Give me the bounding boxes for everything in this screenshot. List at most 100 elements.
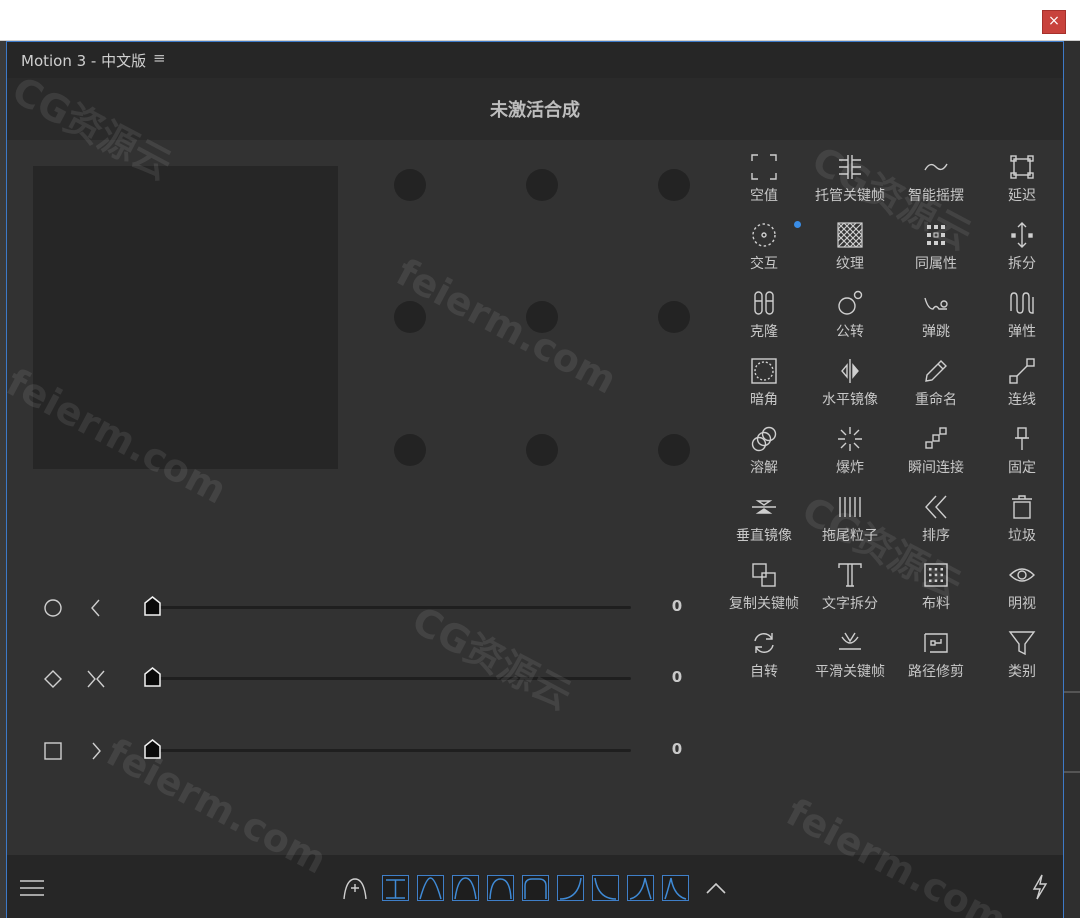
- bottom-toolbar: [7, 855, 1063, 918]
- panel-header: Motion 3 - 中文版 ≡: [7, 42, 1063, 78]
- anchor-top-center[interactable]: [526, 169, 558, 201]
- tool-trail-particles[interactable]: 拖尾粒子: [807, 493, 893, 557]
- tool-label: 连线: [1008, 392, 1036, 408]
- notification-dot: [794, 221, 801, 228]
- tool-mirror-vertical[interactable]: 垂直镜像: [721, 493, 807, 557]
- tool-interaction[interactable]: 交互: [721, 221, 807, 285]
- tool-pin[interactable]: 固定: [979, 425, 1065, 489]
- orbit-icon: [838, 290, 863, 315]
- pencil-icon: [925, 360, 947, 382]
- delay-square-icon: [1010, 155, 1034, 179]
- tool-connect[interactable]: 连线: [979, 357, 1065, 421]
- chevron-left-icon[interactable]: [85, 597, 107, 619]
- filter-funnel-icon: [1008, 631, 1036, 656]
- anchor-bottom-left[interactable]: [394, 434, 426, 466]
- bounce-icon: [924, 297, 948, 310]
- anchor-middle-left[interactable]: [394, 301, 426, 333]
- tool-dissolve[interactable]: 溶解: [721, 425, 807, 489]
- anchor-top-right[interactable]: [658, 169, 690, 201]
- tool-label: 垃圾: [1008, 528, 1036, 544]
- tool-text-split[interactable]: 文字拆分: [807, 561, 893, 625]
- elastic-icon: [1010, 292, 1034, 314]
- hamburger-icon[interactable]: [19, 879, 45, 897]
- tool-rename[interactable]: 重命名: [893, 357, 979, 421]
- tool-copy-keyframes[interactable]: 复制关键帧: [721, 561, 807, 625]
- hamburger-menu-icon[interactable]: ≡: [153, 49, 166, 67]
- tool-split[interactable]: 拆分: [979, 221, 1065, 285]
- tool-orbit[interactable]: 公转: [807, 289, 893, 353]
- slider-track[interactable]: [145, 606, 631, 609]
- tool-smooth-keyframes[interactable]: 平滑关键帧: [807, 629, 893, 693]
- tool-elastic[interactable]: 弹性: [979, 289, 1065, 353]
- anchor-middle-right[interactable]: [658, 301, 690, 333]
- square-icon[interactable]: [42, 740, 64, 762]
- rotate-icon: [754, 633, 774, 653]
- chevron-up-icon[interactable]: [704, 877, 728, 899]
- tool-sort[interactable]: 排序: [893, 493, 979, 557]
- text-t-icon: [838, 563, 862, 587]
- slider-thumb[interactable]: [144, 596, 161, 616]
- ease-in-out-4-icon[interactable]: [522, 875, 549, 901]
- ease-overshoot-out-icon[interactable]: [662, 875, 689, 901]
- preview-area: [33, 166, 338, 469]
- copy-icon: [752, 563, 776, 587]
- dot-grid-icon: [927, 225, 945, 245]
- tool-path-trim[interactable]: 路径修剪: [893, 629, 979, 693]
- pin-icon: [1015, 427, 1029, 450]
- tool-null[interactable]: 空值: [721, 153, 807, 217]
- anchor-bottom-right[interactable]: [658, 434, 690, 466]
- curve-add-icon[interactable]: [342, 875, 368, 901]
- tool-bounce[interactable]: 弹跳: [893, 289, 979, 353]
- slider-value[interactable]: 0: [662, 668, 692, 686]
- tool-clone[interactable]: 克隆: [721, 289, 807, 353]
- ease-in-out-3-icon[interactable]: [487, 875, 514, 901]
- tool-texture[interactable]: 纹理: [807, 221, 893, 285]
- ease-in-out-2-icon[interactable]: [452, 875, 479, 901]
- tool-mirror-horizontal[interactable]: 水平镜像: [807, 357, 893, 421]
- window-close-button[interactable]: ×: [1042, 10, 1066, 34]
- tool-cloth[interactable]: 布料: [893, 561, 979, 625]
- tool-self-rotate[interactable]: 自转: [721, 629, 807, 693]
- tool-label: 弹性: [1008, 324, 1036, 340]
- tool-vignette[interactable]: 暗角: [721, 357, 807, 421]
- slider-track[interactable]: [145, 749, 631, 752]
- ease-in-icon[interactable]: [557, 875, 584, 901]
- ease-linear-icon[interactable]: [382, 875, 409, 901]
- slider-thumb[interactable]: [144, 739, 161, 759]
- clone-capsules-icon: [754, 291, 774, 315]
- tool-explode[interactable]: 爆炸: [807, 425, 893, 489]
- window-edge-right: [1064, 41, 1080, 918]
- arrows-inward-icon[interactable]: [85, 668, 107, 690]
- slider-value[interactable]: 0: [662, 740, 692, 758]
- slider-thumb[interactable]: [144, 667, 161, 687]
- anchor-bottom-center[interactable]: [526, 434, 558, 466]
- ease-overshoot-in-icon[interactable]: [627, 875, 654, 901]
- cloth-grid-icon: [924, 563, 948, 587]
- slider-track[interactable]: [145, 677, 631, 680]
- panel-title: Motion 3 - 中文版: [21, 52, 147, 70]
- slider-row-3: 0: [7, 738, 707, 762]
- diamond-icon[interactable]: [42, 668, 64, 690]
- ease-in-out-icon[interactable]: [417, 875, 444, 901]
- tool-label: 延迟: [1008, 188, 1036, 204]
- slider-row-1: 0: [7, 595, 707, 619]
- tool-same-property[interactable]: 同属性: [893, 221, 979, 285]
- slider-value[interactable]: 0: [662, 597, 692, 615]
- anchor-middle-center[interactable]: [526, 301, 558, 333]
- tool-category[interactable]: 类别: [979, 629, 1065, 693]
- split-arrows-icon: [1011, 222, 1033, 248]
- tool-managed-keyframes[interactable]: 托管关键帧: [807, 153, 893, 217]
- tool-visibility[interactable]: 明视: [979, 561, 1065, 625]
- ease-out-icon[interactable]: [592, 875, 619, 901]
- trash-icon: [1012, 495, 1032, 519]
- connect-line-icon: [1009, 358, 1035, 384]
- lightning-icon[interactable]: [1030, 873, 1050, 901]
- tool-delay[interactable]: 延迟: [979, 153, 1065, 217]
- tool-smart-wiggle[interactable]: 智能摇摆: [893, 153, 979, 217]
- chevron-right-icon[interactable]: [85, 740, 107, 762]
- tool-instant-link[interactable]: 瞬间连接: [893, 425, 979, 489]
- mirror-horizontal-icon: [841, 359, 859, 383]
- anchor-top-left[interactable]: [394, 169, 426, 201]
- circle-icon[interactable]: [42, 597, 64, 619]
- tool-trash[interactable]: 垃圾: [979, 493, 1065, 557]
